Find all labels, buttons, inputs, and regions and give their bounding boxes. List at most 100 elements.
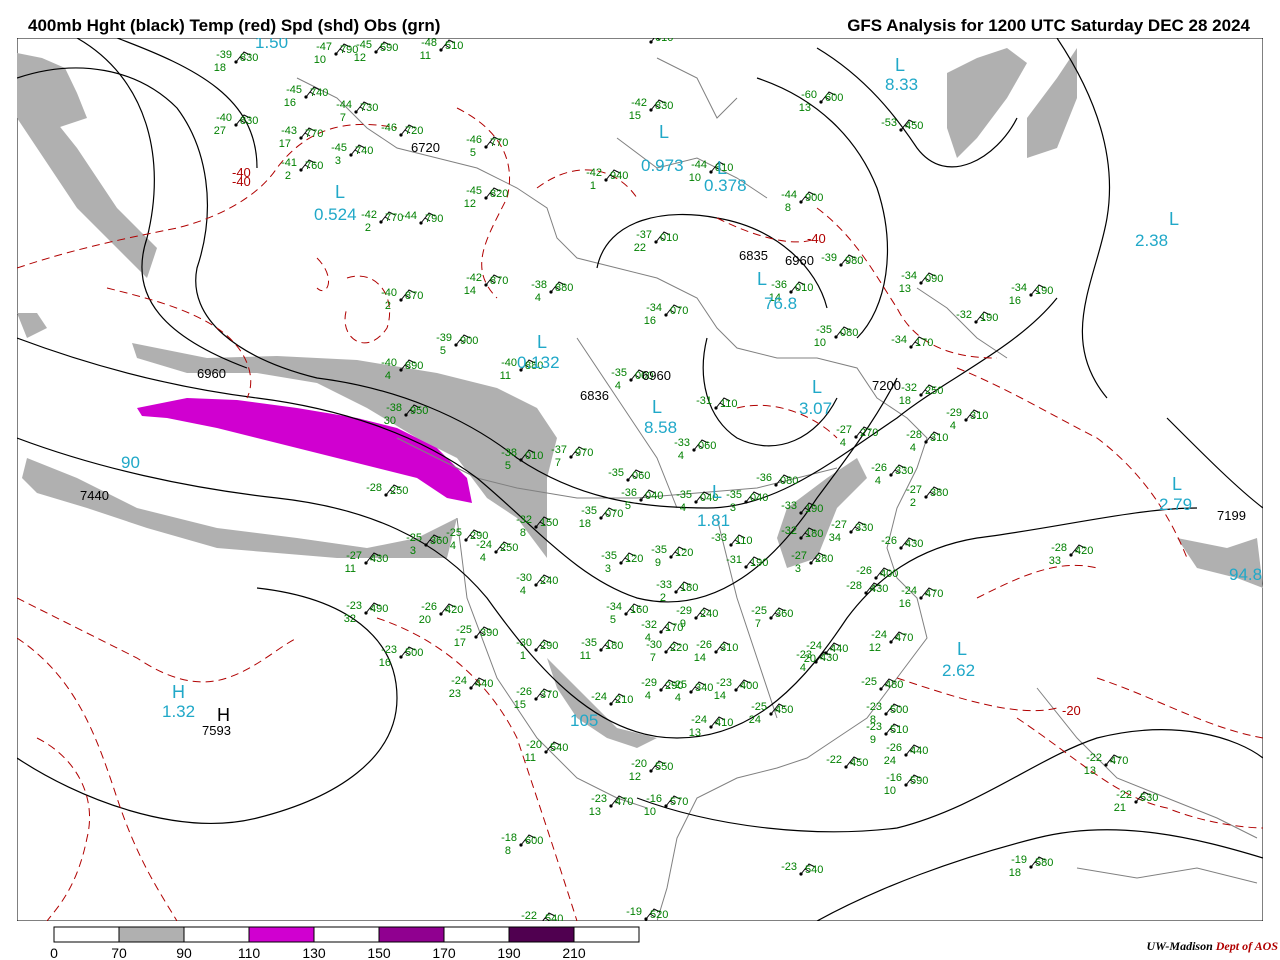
obs-height: 510 bbox=[890, 724, 908, 736]
obs-temperature: -27 bbox=[831, 519, 847, 531]
obs-height: 890 bbox=[405, 360, 423, 372]
obs-dewpoint-depression: 34 bbox=[829, 532, 841, 544]
speed-center-value: 76.8 bbox=[764, 294, 797, 313]
obs-temperature: -16 bbox=[646, 793, 662, 805]
obs-height: 170 bbox=[665, 622, 683, 634]
obs-height: 830 bbox=[240, 115, 258, 127]
obs-height: 310 bbox=[930, 432, 948, 444]
speed-center-value: 8.33 bbox=[885, 75, 918, 94]
obs-temperature: -44 bbox=[336, 99, 352, 111]
obs-temperature: -45 bbox=[286, 84, 302, 96]
obs-temperature: -35 bbox=[608, 467, 624, 479]
obs-dewpoint-depression: 4 bbox=[875, 475, 881, 487]
obs-dewpoint-depression: 13 bbox=[899, 283, 911, 295]
obs-height: 490 bbox=[370, 603, 388, 615]
obs-dewpoint-depression: 2 bbox=[365, 222, 371, 234]
obs-temperature: -24 bbox=[451, 675, 467, 687]
high-center-marker: H bbox=[217, 705, 230, 725]
obs-height: 080 bbox=[780, 475, 798, 487]
obs-dewpoint-depression: 21 bbox=[1114, 802, 1126, 814]
obs-temperature: -26 bbox=[881, 535, 897, 547]
obs-dewpoint-depression: 15 bbox=[629, 110, 641, 122]
obs-dewpoint-depression: 12 bbox=[464, 198, 476, 210]
obs-temperature: -25 bbox=[406, 532, 422, 544]
obs-height: 440 bbox=[910, 745, 928, 757]
obs-temperature: -22 bbox=[826, 754, 842, 766]
obs-temperature: -39 bbox=[436, 332, 452, 344]
speed-center-value: 8.58 bbox=[644, 418, 677, 437]
obs-height: 870 bbox=[490, 275, 508, 287]
speed-center-value: 2.62 bbox=[942, 661, 975, 680]
obs-height: 330 bbox=[855, 522, 873, 534]
obs-temperature: -30 bbox=[516, 572, 532, 584]
obs-height: 240 bbox=[540, 575, 558, 587]
height-contour-label: 7200 bbox=[872, 378, 901, 393]
obs-dewpoint-depression: 17 bbox=[279, 138, 291, 150]
obs-temperature: -34 bbox=[1011, 282, 1027, 294]
obs-dewpoint-depression: 14 bbox=[464, 285, 476, 297]
obs-temperature: -28 bbox=[1051, 542, 1067, 554]
obs-temperature: -26 bbox=[696, 639, 712, 651]
obs-temperature: -29 bbox=[946, 407, 962, 419]
obs-dewpoint-depression: 4 bbox=[520, 585, 526, 597]
obs-height: 570 bbox=[670, 796, 688, 808]
obs-temperature: -24 bbox=[901, 585, 917, 597]
obs-height: 950 bbox=[410, 405, 428, 417]
obs-temperature: -24 bbox=[691, 714, 707, 726]
obs-dewpoint-depression: 10 bbox=[689, 172, 701, 184]
obs-height: 070 bbox=[605, 508, 623, 520]
obs-height: 880 bbox=[555, 282, 573, 294]
obs-temperature: -45 bbox=[331, 142, 347, 154]
colorbar-swatch bbox=[378, 926, 445, 943]
obs-dewpoint-depression: 3 bbox=[730, 502, 736, 514]
obs-temperature: -35 bbox=[816, 324, 832, 336]
obs-temperature: -42 bbox=[466, 272, 482, 284]
obs-height: 740 bbox=[355, 145, 373, 157]
obs-temperature: -24 bbox=[871, 629, 887, 641]
obs-dewpoint-depression: 4 bbox=[680, 502, 686, 514]
speed-center-value: 0.132 bbox=[517, 353, 560, 372]
obs-temperature: -35 bbox=[676, 489, 692, 501]
obs-height: 870 bbox=[405, 290, 423, 302]
obs-temperature: -35 bbox=[581, 637, 597, 649]
obs-height: 790 bbox=[425, 213, 443, 225]
obs-height: 970 bbox=[575, 447, 593, 459]
obs-height: 010 bbox=[660, 232, 678, 244]
obs-temperature: -23 bbox=[781, 861, 797, 873]
obs-height: 830 bbox=[655, 100, 673, 112]
obs-height: 720 bbox=[405, 125, 423, 137]
obs-dewpoint-depression: 30 bbox=[384, 415, 396, 427]
obs-height: 400 bbox=[880, 568, 898, 580]
colorbar-swatch bbox=[53, 926, 120, 943]
obs-temperature: -32 bbox=[956, 309, 972, 321]
speed-center-value: 2.38 bbox=[1135, 231, 1168, 250]
obs-temperature: -25 bbox=[446, 527, 462, 539]
obs-dewpoint-depression: 18 bbox=[579, 518, 591, 530]
obs-temperature: -29 bbox=[676, 605, 692, 617]
obs-height: 240 bbox=[700, 608, 718, 620]
obs-height: 450 bbox=[775, 704, 793, 716]
obs-temperature: -38 bbox=[531, 279, 547, 291]
obs-temperature: -27 bbox=[346, 550, 362, 562]
obs-dewpoint-depression: 16 bbox=[379, 657, 391, 669]
obs-temperature: -44 bbox=[781, 189, 797, 201]
obs-dewpoint-depression: 5 bbox=[625, 500, 631, 512]
obs-height: 170 bbox=[915, 337, 933, 349]
obs-height: 600 bbox=[825, 92, 843, 104]
obs-temperature: -32 bbox=[901, 382, 917, 394]
obs-temperature: -24 bbox=[591, 691, 607, 703]
obs-temperature: -32 bbox=[516, 514, 532, 526]
obs-height: 270 bbox=[860, 427, 878, 439]
obs-height: 980 bbox=[845, 255, 863, 267]
obs-height: 250 bbox=[925, 385, 943, 397]
low-center-marker: L bbox=[659, 122, 669, 142]
obs-dewpoint-depression: 11 bbox=[420, 50, 431, 62]
obs-temperature: -27 bbox=[906, 484, 922, 496]
obs-temperature: -23 bbox=[716, 677, 732, 689]
obs-height: 470 bbox=[1110, 755, 1128, 767]
obs-height: 830 bbox=[240, 52, 258, 64]
obs-dewpoint-depression: 24 bbox=[884, 755, 896, 767]
height-contour-label: 6960 bbox=[197, 366, 226, 381]
wind-speed-colorbar: 0 70 90 110 130 150 170 190 210 bbox=[50, 926, 640, 960]
speed-center-value: 0.973 bbox=[641, 156, 684, 175]
